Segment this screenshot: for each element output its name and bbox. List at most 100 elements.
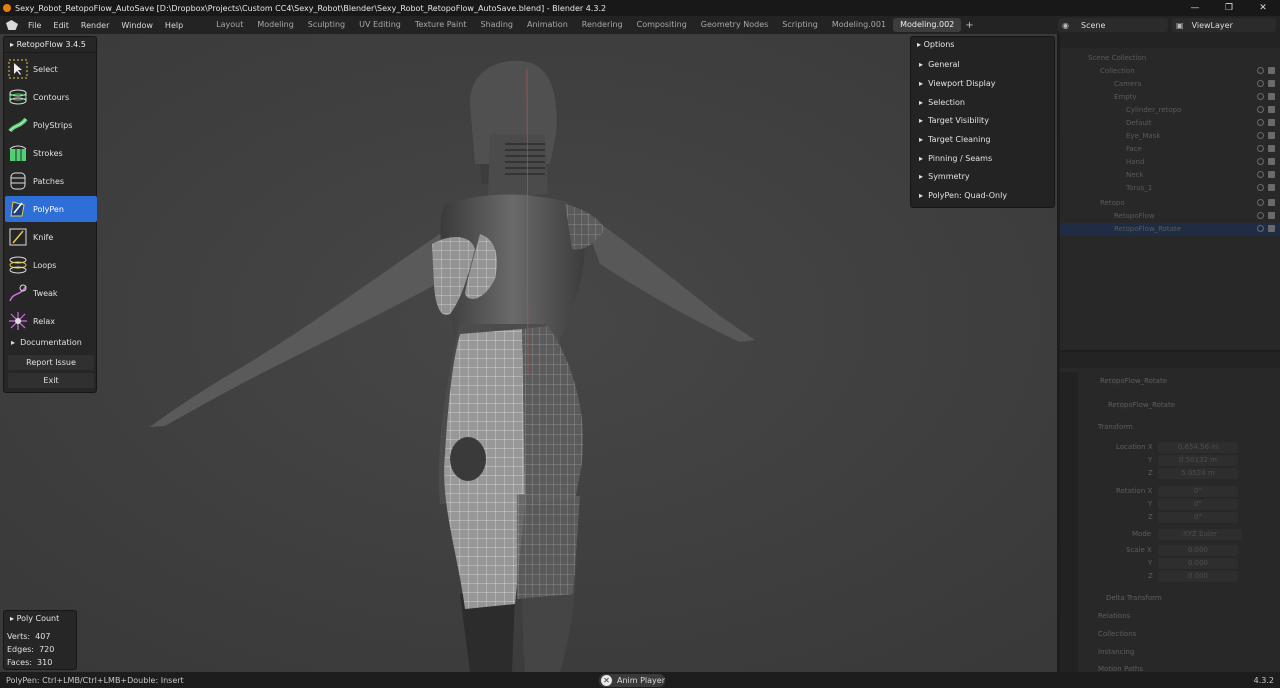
scale-z-field[interactable]: 0.000 [1158,571,1238,582]
outliner-row[interactable]: Empty [1060,91,1280,104]
close-circle-icon[interactable]: ✕ [601,675,612,686]
collections-section[interactable]: Collections [1098,630,1136,638]
rotation-z-field[interactable]: 0° [1158,512,1238,523]
tool-patches[interactable]: Patches [5,168,97,194]
tab-shading[interactable]: Shading [473,18,520,32]
menu-help[interactable]: Help [159,21,189,30]
tab-animation[interactable]: Animation [520,18,575,32]
tab-modeling-001[interactable]: Modeling.001 [825,18,893,32]
visibility-icon[interactable] [1257,132,1264,139]
view-layer-selector[interactable]: ▣ ViewLayer [1172,18,1276,32]
instancing-section[interactable]: Instancing [1098,648,1134,656]
3d-viewport[interactable] [0,34,1057,672]
option-target-cleaning[interactable]: ▸ Target Cleaning [919,135,990,144]
tool-polystrips[interactable]: PolyStrips [5,112,97,138]
visibility-icon[interactable] [1257,158,1264,165]
render-icon[interactable] [1268,93,1275,100]
outliner-row[interactable]: RetopoFlow [1060,210,1280,223]
visibility-icon[interactable] [1257,225,1264,232]
anim-player-button[interactable]: ✕ Anim Player [599,674,665,687]
exit-button[interactable]: Exit [8,373,94,388]
render-icon[interactable] [1268,132,1275,139]
properties-object-field[interactable]: RetopoFlow_Rotate [1108,401,1175,409]
rotation-x-field[interactable]: 0° [1158,486,1238,497]
render-icon[interactable] [1268,212,1275,219]
render-icon[interactable] [1268,145,1275,152]
tool-select[interactable]: Select [5,56,97,82]
visibility-icon[interactable] [1257,145,1264,152]
menu-render[interactable]: Render [75,21,115,30]
option-viewport-display[interactable]: ▸ Viewport Display [919,79,996,88]
visibility-icon[interactable] [1257,171,1264,178]
visibility-icon[interactable] [1257,93,1264,100]
outliner-row[interactable]: Face [1060,143,1280,156]
tool-polypen[interactable]: PolyPen [5,196,97,222]
documentation-toggle[interactable]: ▸ Documentation [11,338,82,347]
minimize-button[interactable]: — [1178,0,1212,16]
transform-section[interactable]: Transform [1098,423,1133,431]
option-target-visibility[interactable]: ▸ Target Visibility [919,116,989,125]
location-y-field[interactable]: 0.50132 m [1158,455,1238,466]
close-button[interactable]: ✕ [1246,0,1280,16]
render-icon[interactable] [1268,80,1275,87]
render-icon[interactable] [1268,184,1275,191]
option-pinning-seams[interactable]: ▸ Pinning / Seams [919,154,992,163]
tab-sculpting[interactable]: Sculpting [301,18,352,32]
tool-strokes[interactable]: Strokes [5,140,97,166]
menu-file[interactable]: File [22,21,47,30]
tab-modeling[interactable]: Modeling [250,18,300,32]
option-selection[interactable]: ▸ Selection [919,98,965,107]
visibility-icon[interactable] [1257,199,1264,206]
tool-contours[interactable]: Contours [5,84,97,110]
outliner-row[interactable]: Neck [1060,169,1280,182]
outliner-row[interactable]: Scene Collection [1060,52,1280,65]
outliner-row[interactable]: Torus_1 [1060,182,1280,195]
properties-tab-strip[interactable] [1060,372,1078,672]
report-issue-button[interactable]: Report Issue [8,355,94,370]
outliner-row[interactable]: Retopo [1060,197,1280,210]
tab-modeling-002[interactable]: Modeling.002 [893,18,962,32]
tab-geometry-nodes[interactable]: Geometry Nodes [694,18,775,32]
render-icon[interactable] [1268,225,1275,232]
tool-tweak[interactable]: Tweak [5,280,97,306]
tool-loops[interactable]: Loops [5,252,97,278]
outliner-row[interactable]: Default [1060,117,1280,130]
visibility-icon[interactable] [1257,67,1264,74]
visibility-icon[interactable] [1257,80,1264,87]
visibility-icon[interactable] [1257,106,1264,113]
retopoflow-header[interactable]: ▸ RetopoFlow 3.4.5 [4,37,96,53]
outliner-row[interactable]: Cylinder_retopo [1060,104,1280,117]
maximize-button[interactable]: ❐ [1212,0,1246,16]
visibility-icon[interactable] [1257,212,1264,219]
render-icon[interactable] [1268,106,1275,113]
outliner-row[interactable]: Camera [1060,78,1280,91]
rotation-y-field[interactable]: 0° [1158,499,1238,510]
delta-transform-section[interactable]: Delta Transform [1106,594,1162,602]
visibility-icon[interactable] [1257,184,1264,191]
outliner-row[interactable]: Eye_Mask [1060,130,1280,143]
tab-layout[interactable]: Layout [209,18,250,32]
render-icon[interactable] [1268,171,1275,178]
render-icon[interactable] [1268,119,1275,126]
scale-x-field[interactable]: 0.000 [1158,545,1238,556]
menu-edit[interactable]: Edit [47,21,75,30]
relations-section[interactable]: Relations [1098,612,1130,620]
option-polypen-quad-only[interactable]: ▸ PolyPen: Quad-Only [919,191,1007,200]
render-icon[interactable] [1268,158,1275,165]
visibility-icon[interactable] [1257,119,1264,126]
render-icon[interactable] [1268,67,1275,74]
tab-scripting[interactable]: Scripting [775,18,825,32]
scale-y-field[interactable]: 0.000 [1158,558,1238,569]
tab-uv-editing[interactable]: UV Editing [352,18,408,32]
rotation-mode-select[interactable]: XYZ Euler [1158,529,1242,540]
tab-compositing[interactable]: Compositing [630,18,694,32]
location-x-field[interactable]: 0.654.56 m [1158,442,1238,453]
option-symmetry[interactable]: ▸ Symmetry [919,172,970,181]
outliner-row[interactable]: RetopoFlow_Rotate [1060,223,1280,236]
tool-knife[interactable]: Knife [5,224,97,250]
tab-texture-paint[interactable]: Texture Paint [408,18,474,32]
tool-relax[interactable]: Relax [5,308,97,334]
blender-menu-icon[interactable] [6,20,18,30]
outliner-row[interactable]: Hand [1060,156,1280,169]
tab-rendering[interactable]: Rendering [575,18,630,32]
